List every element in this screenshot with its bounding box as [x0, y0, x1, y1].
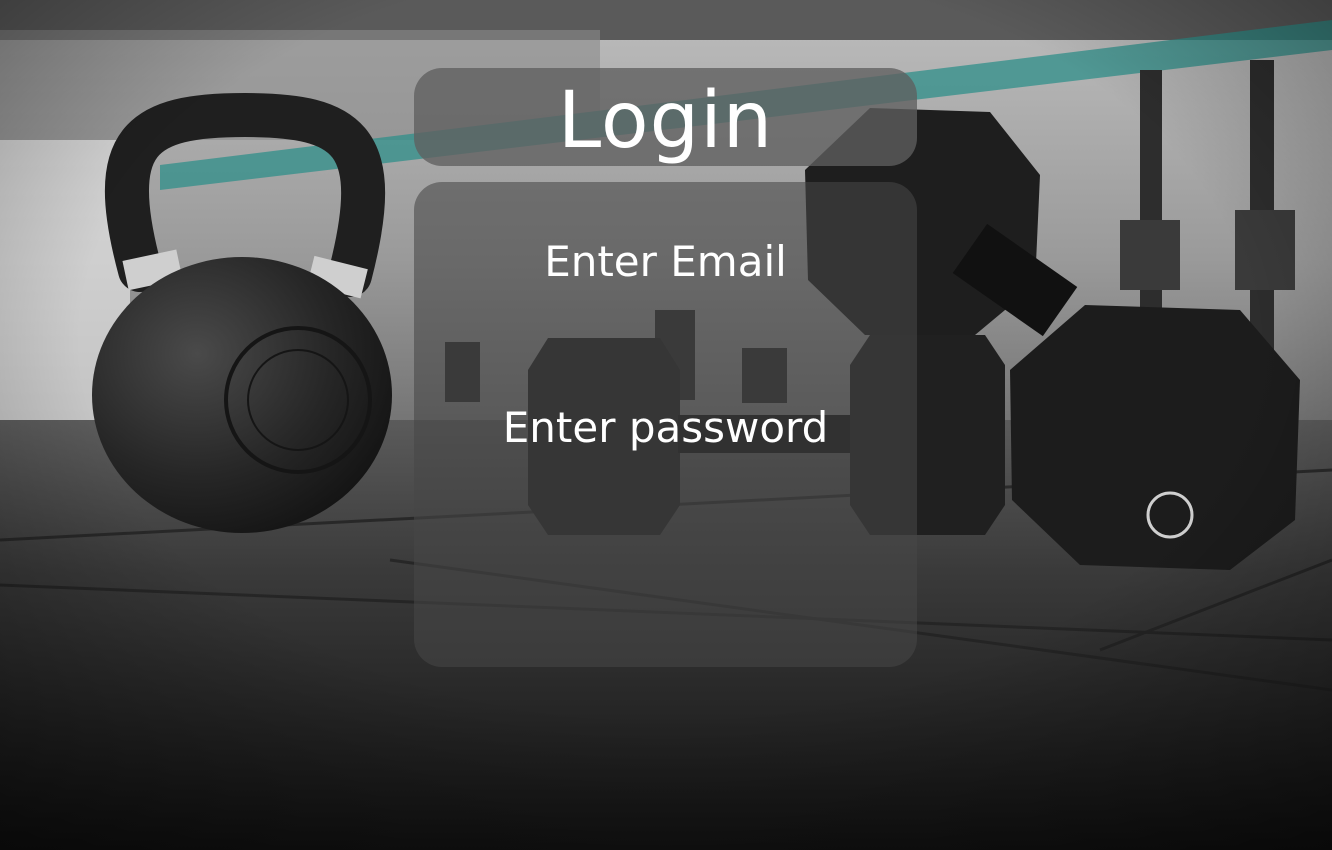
password-input[interactable]: Enter password — [414, 407, 917, 449]
login-title-panel: Login — [414, 68, 917, 166]
login-title: Login — [557, 76, 774, 166]
login-form-panel: Enter Email Enter password — [414, 182, 917, 667]
email-input[interactable]: Enter Email — [414, 241, 917, 283]
